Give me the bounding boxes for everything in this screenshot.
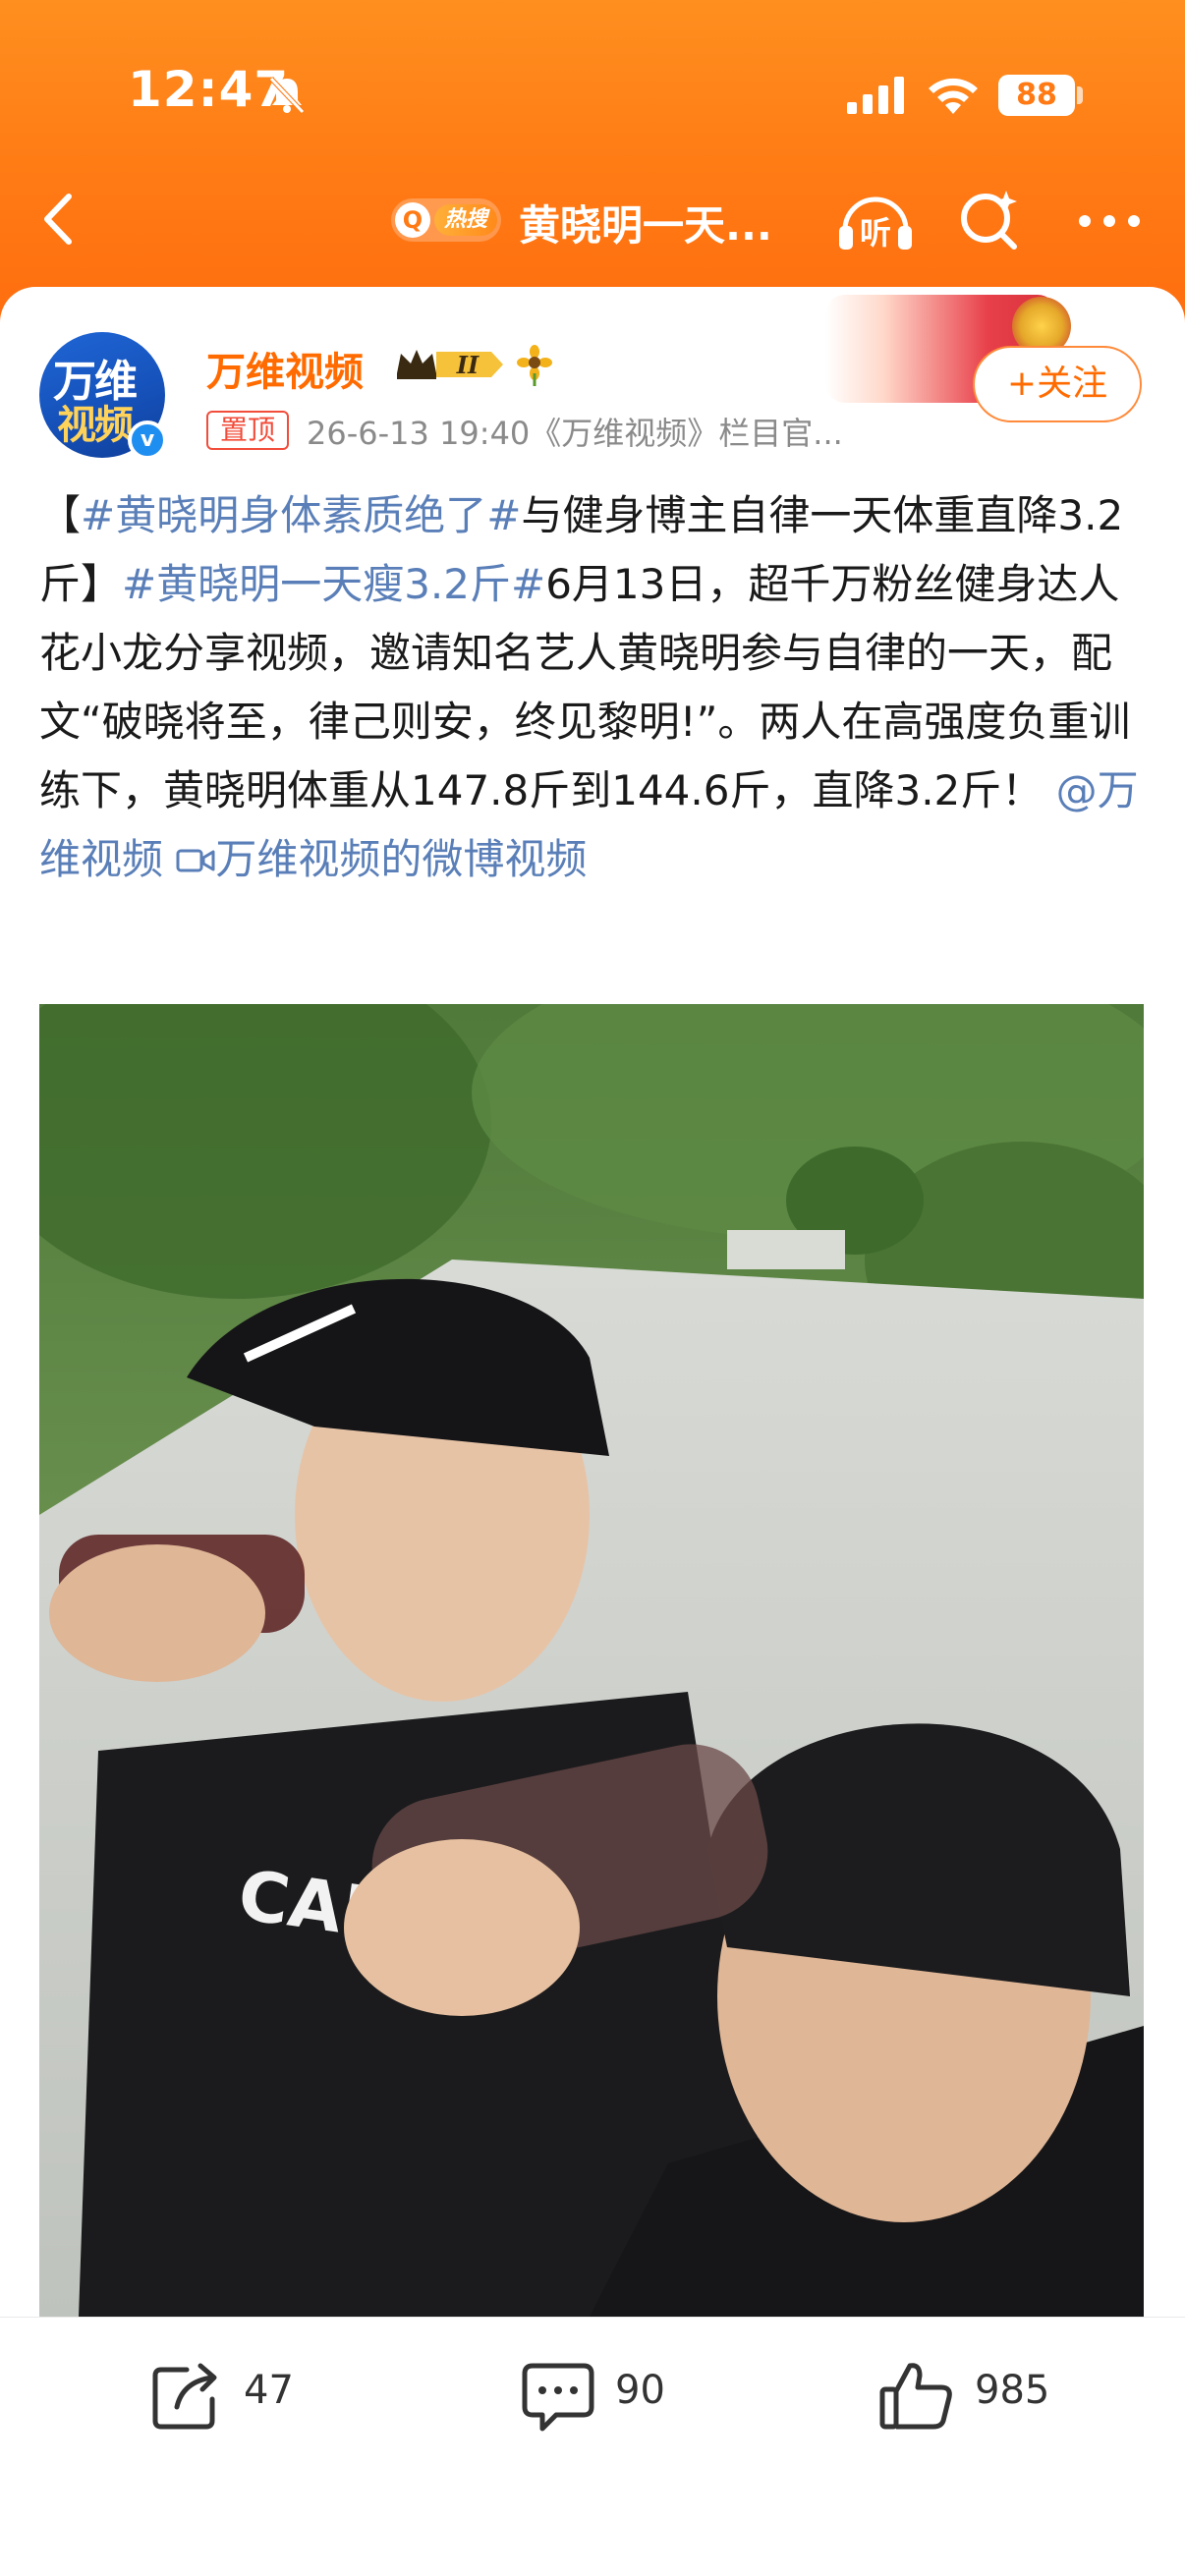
bell-off-icon (269, 77, 305, 114)
more-icon[interactable] (1075, 196, 1144, 246)
vip-crown-icon: II (397, 350, 503, 379)
sunflower-icon (517, 345, 552, 386)
svg-text:II: II (456, 351, 480, 379)
battery-indicator: 88 (998, 75, 1075, 116)
search-icon[interactable] (953, 183, 1026, 255)
hot-search-badge: Q 热搜 (391, 198, 501, 242)
share-icon (152, 2363, 217, 2430)
video-link[interactable]: 万维视频的微博视频 (176, 835, 587, 883)
like-count: 985 (975, 2368, 1050, 2413)
author-name[interactable]: 万维视频 (206, 340, 364, 397)
share-button[interactable]: 47 (147, 2356, 305, 2435)
post-meta: 26-6-13 19:40《万维视频》栏目官... (307, 415, 843, 452)
verified-icon: v (128, 420, 167, 460)
photo-scene: CAFE (39, 1004, 1144, 2317)
search-q-icon: Q (395, 202, 430, 238)
status-bar: 12:47 88 (0, 0, 1185, 187)
comment-count: 90 (615, 2368, 665, 2413)
bracket-text: 【 (39, 491, 82, 539)
post-body: 【#黄晓明身体素质绝了#与健身博主自律一天体重直降3.2斤】#黄晓明一天瘦3.2… (39, 481, 1150, 894)
listen-icon[interactable]: 听 (831, 187, 920, 255)
hot-search-label: 热搜 (434, 204, 497, 236)
page-title: 黄晓明一天... (519, 201, 772, 250)
thumbs-up-icon (879, 2363, 952, 2430)
avatar-text: 视频 (57, 403, 134, 448)
signal-icon (847, 77, 904, 114)
hashtag-link[interactable]: #黄晓明一天瘦3.2斤# (122, 560, 545, 608)
svg-text:听: 听 (860, 214, 891, 252)
hashtag-link[interactable]: #黄晓明身体素质绝了# (81, 491, 521, 539)
follow-button[interactable]: +关注 (973, 346, 1142, 422)
post-video-thumbnail[interactable]: CAFE (39, 1004, 1144, 2317)
battery-tip (1077, 86, 1083, 104)
wifi-icon (929, 78, 978, 114)
video-link-text: 万维视频的微博视频 (215, 835, 588, 883)
like-button[interactable]: 985 (876, 2356, 1063, 2435)
pinned-badge: 置顶 (206, 411, 289, 450)
video-icon (176, 849, 215, 872)
comment-icon (522, 2363, 594, 2432)
share-count: 47 (244, 2368, 294, 2413)
comment-button[interactable]: 90 (519, 2356, 676, 2435)
back-icon[interactable] (28, 185, 86, 253)
